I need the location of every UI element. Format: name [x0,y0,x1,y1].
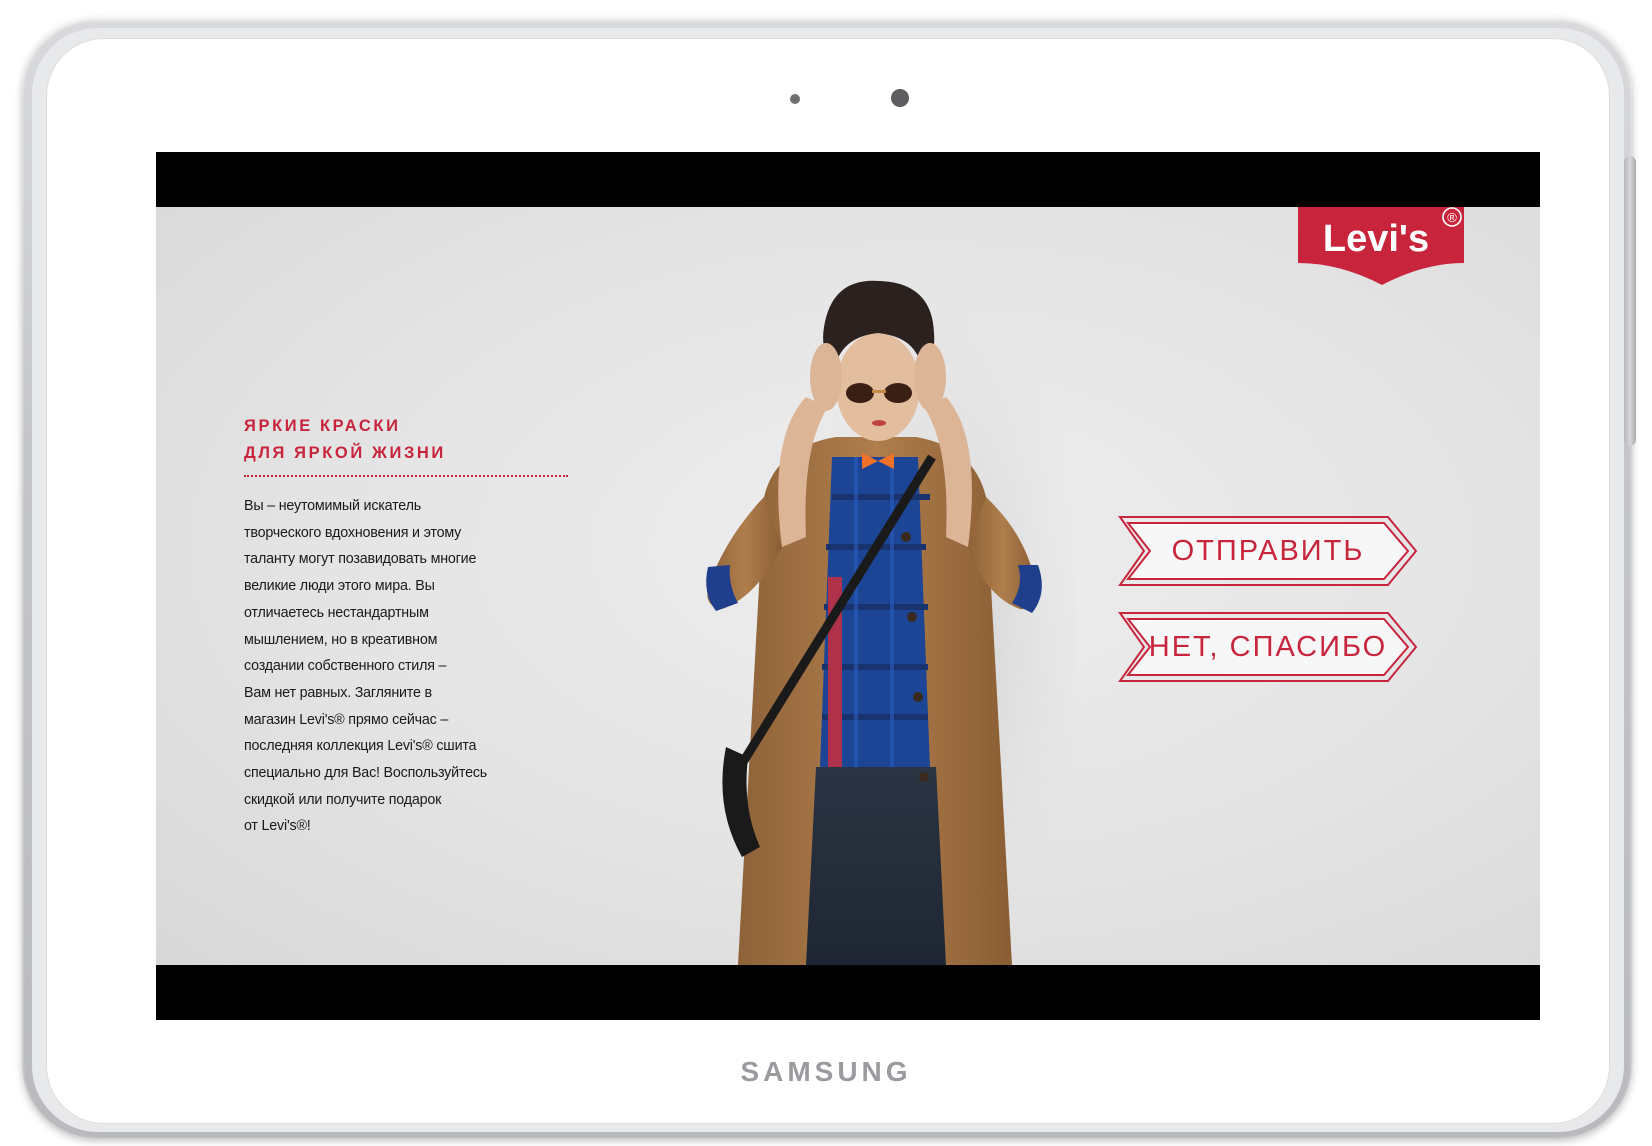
body-line: таланту могут позавидовать многие [244,551,477,568]
body-line: скидкой или получите подарок [244,791,442,808]
body-line: создании собственного стиля – [244,658,447,675]
divider [244,475,568,477]
body-line: мышлением, но в креативном [244,631,438,648]
body-line: Вы – неутомимый искатель [244,498,421,514]
body-line: от Levi's®! [244,818,311,835]
body-line: отличаетесь нестандартным [244,604,429,621]
decline-button-label: НЕТ, СПАСИБО [1148,630,1388,663]
body-line: магазин Levi's® прямо сейчас – [244,711,449,728]
tablet-screen: Levi's ® ЯРКИЕ КРАСКИ ДЛЯ ЯРКОЙ ЖИЗНИ Вы… [156,152,1540,1020]
model-photo [706,280,1076,965]
body-line: специально для Вас! Воспользуйтесь [244,765,488,782]
headline-line: ДЛЯ ЯРКОЙ ЖИЗНИ [244,444,446,462]
app-view: Levi's ® ЯРКИЕ КРАСКИ ДЛЯ ЯРКОЙ ЖИЗНИ Вы… [156,207,1540,965]
levis-logo: Levi's ® [1296,207,1466,287]
body-line: творческого вдохновения и этому [244,524,462,541]
send-button[interactable]: ОТПРАВИТЬ [1118,515,1418,587]
registered-mark: ® [1447,210,1457,225]
device-brand-logo: SAMSUNG [740,1056,912,1087]
light-sensor [790,94,800,104]
headline-line: ЯРКИЕ КРАСКИ [244,417,401,435]
right-side-speaker [1624,156,1636,446]
body-line: великие люди этого мира. Вы [244,578,435,595]
body-line: последняя коллекция Levi's® сшита [244,738,477,755]
levis-batwing-icon: Levi's ® [1298,207,1464,285]
promo-body-text: Вы – неутомимый искатель творческого вдо… [244,493,584,840]
promo-headline: ЯРКИЕ КРАСКИ ДЛЯ ЯРКОЙ ЖИЗНИ [244,413,574,467]
decline-button[interactable]: НЕТ, СПАСИБО [1118,611,1418,683]
body-line: Вам нет равных. Загляните в [244,684,432,701]
logo-wordmark: Levi's [1323,218,1429,260]
send-button-label: ОТПРАВИТЬ [1171,534,1365,567]
front-camera [891,89,909,107]
product-mockup: SAMSUNG Levi's ® ЯРКИЕ КРАСКИ ДЛЯ ЯРКОЙ … [0,0,1652,1146]
